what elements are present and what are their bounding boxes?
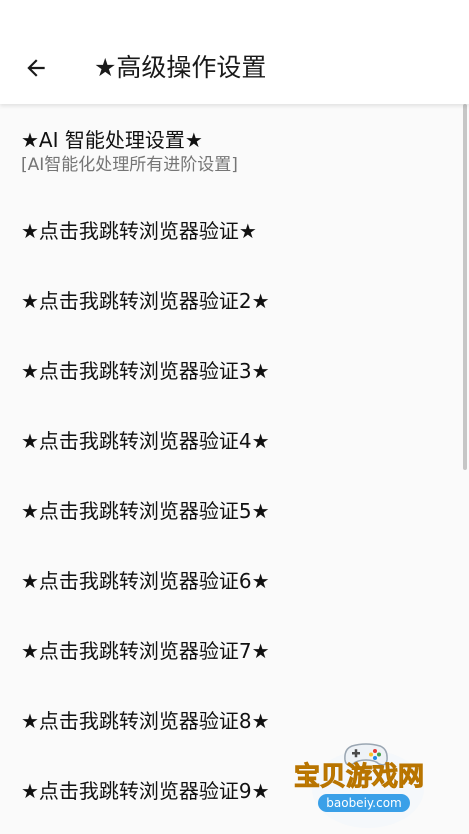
setting-item-title: ★点击我跳转浏览器验证7★ bbox=[21, 639, 270, 663]
setting-item-browser-verify-5[interactable]: ★点击我跳转浏览器验证5★ bbox=[0, 480, 469, 550]
setting-item-title: ★点击我跳转浏览器验证9★ bbox=[21, 779, 270, 803]
setting-item-title: ★点击我跳转浏览器验证2★ bbox=[21, 289, 270, 313]
setting-item-browser-verify-6[interactable]: ★点击我跳转浏览器验证6★ bbox=[0, 550, 469, 620]
page-title: ★高级操作设置 bbox=[94, 53, 267, 82]
app-bar: ★高级操作设置 bbox=[0, 0, 469, 104]
setting-item-ai-processing[interactable]: ★AI 智能处理设置★ [AI智能化处理所有进阶设置] bbox=[0, 104, 469, 200]
back-button[interactable] bbox=[18, 50, 54, 86]
setting-item-title: ★点击我跳转浏览器验证8★ bbox=[21, 709, 270, 733]
setting-item-title: ★点击我跳转浏览器验证6★ bbox=[21, 569, 270, 593]
settings-list: ★AI 智能处理设置★ [AI智能化处理所有进阶设置] ★点击我跳转浏览器验证★… bbox=[0, 104, 469, 830]
setting-item-browser-verify-4[interactable]: ★点击我跳转浏览器验证4★ bbox=[0, 410, 469, 480]
setting-item-browser-verify-7[interactable]: ★点击我跳转浏览器验证7★ bbox=[0, 620, 469, 690]
setting-item-browser-verify-8[interactable]: ★点击我跳转浏览器验证8★ bbox=[0, 690, 469, 760]
setting-item-browser-verify-3[interactable]: ★点击我跳转浏览器验证3★ bbox=[0, 340, 469, 410]
setting-item-title: ★点击我跳转浏览器验证4★ bbox=[21, 429, 270, 453]
setting-item-summary: [AI智能化处理所有进阶设置] bbox=[21, 155, 238, 175]
setting-item-title: ★点击我跳转浏览器验证5★ bbox=[21, 499, 270, 523]
setting-item-title: ★点击我跳转浏览器验证3★ bbox=[21, 359, 270, 383]
arrow-left-icon bbox=[27, 59, 45, 77]
setting-item-browser-verify-2[interactable]: ★点击我跳转浏览器验证2★ bbox=[0, 270, 469, 340]
setting-item-browser-verify-1[interactable]: ★点击我跳转浏览器验证★ bbox=[0, 200, 469, 270]
setting-item-title: ★AI 智能处理设置★ bbox=[21, 128, 203, 152]
setting-item-browser-verify-9[interactable]: ★点击我跳转浏览器验证9★ bbox=[0, 760, 469, 830]
setting-item-title: ★点击我跳转浏览器验证★ bbox=[21, 219, 257, 243]
scrollbar[interactable] bbox=[463, 104, 467, 470]
